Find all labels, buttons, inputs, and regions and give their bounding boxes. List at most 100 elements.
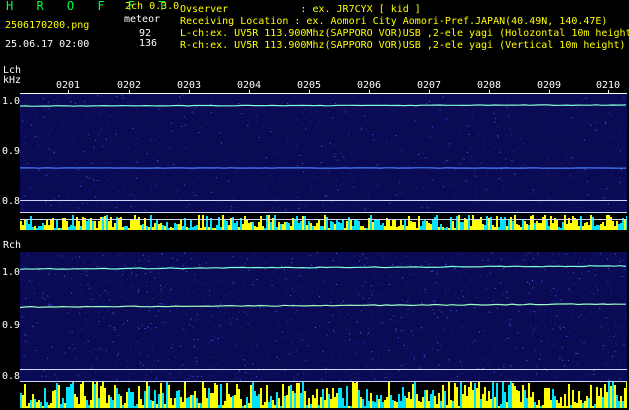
noise-pixel: [379, 294, 381, 296]
signal-bar: [112, 400, 114, 408]
noise-pixel: [90, 151, 91, 153]
noise-pixel: [299, 155, 301, 156]
noise-pixel: [228, 257, 230, 259]
noise-pixel: [556, 154, 558, 156]
signal-bar: [368, 401, 370, 408]
noise-pixel: [219, 304, 221, 306]
signal-bar: [540, 223, 542, 230]
noise-pixel: [401, 330, 403, 332]
noise-pixel: [250, 320, 251, 322]
noise-pixel: [324, 168, 326, 170]
signal-bar: [404, 396, 406, 408]
noise-pixel: [191, 111, 193, 113]
noise-pixel: [608, 378, 610, 380]
noise-pixel: [478, 306, 480, 308]
noise-pixel: [544, 349, 546, 351]
noise-pixel: [188, 289, 190, 291]
noise-pixel: [432, 300, 434, 302]
noise-pixel: [533, 311, 535, 312]
noise-pixel: [159, 366, 161, 368]
noise-pixel: [57, 255, 59, 257]
noise-pixel: [541, 189, 543, 191]
noise-pixel: [66, 106, 68, 108]
noise-pixel: [371, 313, 373, 314]
noise-pixel: [360, 291, 362, 293]
noise-pixel: [591, 370, 593, 372]
signal-bar: [254, 226, 256, 230]
noise-pixel: [209, 294, 210, 296]
signal-bar: [274, 405, 276, 408]
noise-pixel: [558, 288, 559, 290]
noise-pixel: [124, 164, 126, 166]
noise-pixel: [79, 340, 81, 342]
noise-pixel: [64, 275, 65, 277]
noise-pixel: [205, 262, 207, 264]
noise-pixel: [144, 346, 145, 348]
noise-pixel: [178, 326, 180, 328]
noise-pixel: [498, 301, 500, 303]
noise-pixel: [317, 187, 318, 189]
noise-pixel: [212, 169, 214, 171]
signal-bar: [62, 398, 64, 408]
signal-bar: [420, 402, 422, 408]
noise-pixel: [67, 312, 69, 314]
noise-pixel: [150, 138, 152, 140]
signal-bar: [220, 227, 222, 230]
noise-pixel: [129, 310, 131, 312]
noise-pixel: [462, 271, 464, 273]
noise-pixel: [92, 130, 94, 132]
noise-pixel: [34, 132, 36, 134]
noise-pixel: [191, 258, 193, 260]
signal-bar: [20, 221, 22, 230]
noise-pixel: [271, 285, 273, 286]
noise-pixel: [108, 304, 110, 306]
noise-pixel: [232, 382, 234, 383]
noise-pixel: [85, 347, 87, 349]
noise-pixel: [536, 184, 538, 185]
signal-bar: [582, 403, 584, 408]
noise-pixel: [579, 257, 580, 258]
signal-bar: [262, 226, 264, 230]
noise-pixel: [468, 343, 470, 345]
noise-pixel: [539, 201, 540, 203]
noise-pixel: [552, 375, 554, 377]
noise-pixel: [242, 303, 244, 305]
noise-pixel: [241, 299, 243, 301]
signal-bar: [536, 221, 538, 230]
noise-pixel: [325, 372, 327, 374]
signal-bar: [392, 400, 394, 408]
noise-pixel: [82, 319, 84, 321]
noise-pixel: [296, 196, 298, 198]
noise-pixel: [470, 181, 472, 183]
noise-pixel: [92, 123, 94, 125]
noise-pixel: [316, 127, 318, 128]
noise-pixel: [156, 254, 158, 256]
signal-bar: [22, 225, 24, 230]
rch-ytick-1-0: 1.0: [2, 267, 21, 278]
noise-pixel: [149, 307, 151, 309]
noise-pixel: [335, 153, 336, 155]
signal-bar: [180, 397, 182, 408]
noise-pixel: [326, 334, 328, 336]
noise-pixel: [369, 359, 371, 361]
noise-pixel: [208, 342, 210, 343]
noise-pixel: [454, 268, 456, 269]
noise-pixel: [623, 194, 625, 196]
noise-pixel: [374, 378, 376, 380]
noise-pixel: [570, 364, 572, 366]
noise-pixel: [113, 327, 115, 329]
signal-bar: [262, 405, 264, 408]
noise-pixel: [247, 314, 248, 316]
noise-pixel: [33, 208, 35, 210]
signal-bar: [490, 399, 492, 408]
signal-bar: [578, 226, 580, 230]
noise-pixel: [515, 116, 517, 118]
noise-pixel: [503, 267, 505, 269]
noise-pixel: [47, 357, 49, 359]
signal-bar: [440, 224, 442, 230]
noise-pixel: [344, 370, 346, 372]
signal-bar: [536, 405, 538, 408]
noise-pixel: [121, 280, 123, 282]
noise-pixel: [509, 319, 511, 321]
noise-pixel: [487, 183, 489, 185]
